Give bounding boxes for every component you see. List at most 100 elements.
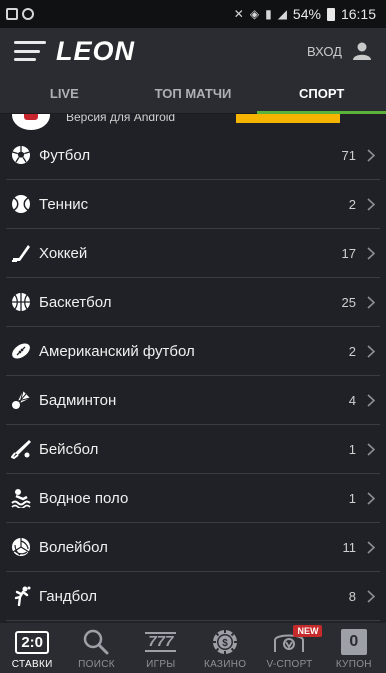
score-icon: 2:0 [15,627,49,657]
wifi-icon: ◈ [249,7,260,21]
status-right: ✕ ◈ ▮ ◢ 54% 16:15 [234,6,376,22]
sport-row-tennis[interactable]: Теннис 2 [6,180,380,229]
event-count: 25 [341,294,356,310]
new-badge: NEW [293,625,323,637]
nav-label: ПОИСК [78,659,115,670]
svg-text:$: $ [222,638,228,649]
mute-icon: ✕ [233,7,244,21]
sport-name: Теннис [39,195,89,213]
sport-name: Хоккей [39,244,88,262]
sport-row-basketball[interactable]: Баскетбол 25 [6,278,380,327]
swimmer-icon [10,487,32,509]
search-icon [83,627,109,657]
event-count: 2 [348,343,356,359]
basketball-icon [10,291,32,313]
menu-icon[interactable] [14,41,46,61]
sport-row-football[interactable]: Футбол 71 [6,131,380,180]
clock: 16:15 [340,6,376,22]
baseball-bat-icon [10,438,32,460]
app-screen: ✕ ◈ ▮ ◢ 54% 16:15 LEON ВХОД LIVE ТОП МАТ… [0,0,386,673]
battery-percent: 54% [292,6,321,22]
sport-name: Баскетбол [39,293,112,311]
sport-row-water-polo[interactable]: Водное поло 1 [6,474,380,523]
sport-row-volleyball[interactable]: Волейбол 11 [6,523,380,572]
battery-icon [326,7,335,21]
chevron-right-icon [366,148,376,162]
chevron-right-icon [366,589,376,603]
nav-label: СТАВКИ [11,659,53,670]
sport-name: Гандбол [39,587,98,605]
sport-row-handball[interactable]: Гандбол 8 [6,572,380,621]
nav-search[interactable]: ПОИСК [64,623,128,673]
hockey-stick-icon [10,242,32,264]
coupon-icon: 0 [340,627,367,657]
tab-top-matches[interactable]: ТОП МАТЧИ [129,74,258,113]
chevron-right-icon [366,393,376,407]
event-count: 1 [348,441,356,457]
volleyball-icon [10,536,32,558]
sport-row-hockey[interactable]: Хоккей 17 [6,229,380,278]
nav-label: КАЗИНО [203,659,247,670]
slot-icon: 777 [145,627,177,657]
nav-bets[interactable]: 2:0 СТАВКИ [0,623,64,673]
handball-player-icon [10,585,32,607]
chevron-right-icon [366,197,376,211]
sport-name: Водное поло [39,489,129,507]
login-button[interactable]: ВХОД [307,41,372,61]
event-count: 71 [341,147,356,163]
sport-row-american-football[interactable]: Американский футбол 2 [6,327,380,376]
vsport-icon: NEW [272,625,323,657]
header-left: LEON [14,36,135,67]
casino-chip-icon: $ [212,627,238,657]
sim-icon: ▮ [265,7,272,21]
sport-name: Американский футбол [39,342,195,360]
user-icon [352,41,372,61]
sport-name: Бейсбол [39,440,99,458]
banner-text: Версия для Android [66,114,176,124]
nav-label: КУПОН [335,659,372,670]
event-count: 2 [348,196,356,212]
nav-label: V-СПОРТ [266,659,313,670]
nav-coupon[interactable]: 0 КУПОН [322,623,386,673]
chevron-right-icon [366,344,376,358]
nav-casino[interactable]: $ КАЗИНО [193,623,257,673]
sport-row-baseball[interactable]: Бейсбол 1 [6,425,380,474]
status-bar: ✕ ◈ ▮ ◢ 54% 16:15 [0,0,386,28]
status-left-icons [6,8,34,20]
chevron-right-icon [366,491,376,505]
signal-icon: ◢ [277,7,287,21]
chevron-right-icon [366,442,376,456]
chevron-right-icon [366,246,376,260]
login-label: ВХОД [307,43,342,59]
leon-logo[interactable]: LEON [56,36,135,67]
banner-download-button[interactable] [236,114,340,123]
event-count: 4 [348,392,356,408]
sport-name: Волейбол [39,538,108,556]
chevron-right-icon [366,295,376,309]
tab-sport[interactable]: СПОРТ [257,74,386,114]
nav-label: ИГРЫ [146,659,176,670]
tennis-ball-icon [10,193,32,215]
event-count: 8 [348,588,356,604]
chat-notification-icon [22,8,34,20]
app-header: LEON ВХОД [0,28,386,74]
event-count: 1 [348,490,356,506]
american-football-icon [10,340,32,362]
main-tabs: LIVE ТОП МАТЧИ СПОРТ [0,74,386,114]
nav-games[interactable]: 777 ИГРЫ [129,623,193,673]
gallery-notification-icon [6,8,18,20]
shuttlecock-icon [10,389,32,411]
sport-row-badminton[interactable]: Бадминтон 4 [6,376,380,425]
android-app-banner[interactable]: Версия для Android [0,114,386,131]
sport-name: Футбол [39,146,91,164]
event-count: 11 [342,539,357,555]
soccer-ball-icon [10,144,32,166]
tab-live[interactable]: LIVE [0,74,129,113]
sports-list: Футбол 71 Теннис 2 Хоккей 17 Баскетбол 2… [0,131,386,621]
nav-vsport[interactable]: NEW V-СПОРТ [257,623,323,673]
android-app-icon [12,114,50,130]
sport-name: Бадминтон [39,391,117,409]
chevron-right-icon [366,540,376,554]
bottom-navigation: 2:0 СТАВКИ ПОИСК 777 ИГРЫ $ КАЗИНО NEW V… [0,623,386,673]
event-count: 17 [341,245,356,261]
